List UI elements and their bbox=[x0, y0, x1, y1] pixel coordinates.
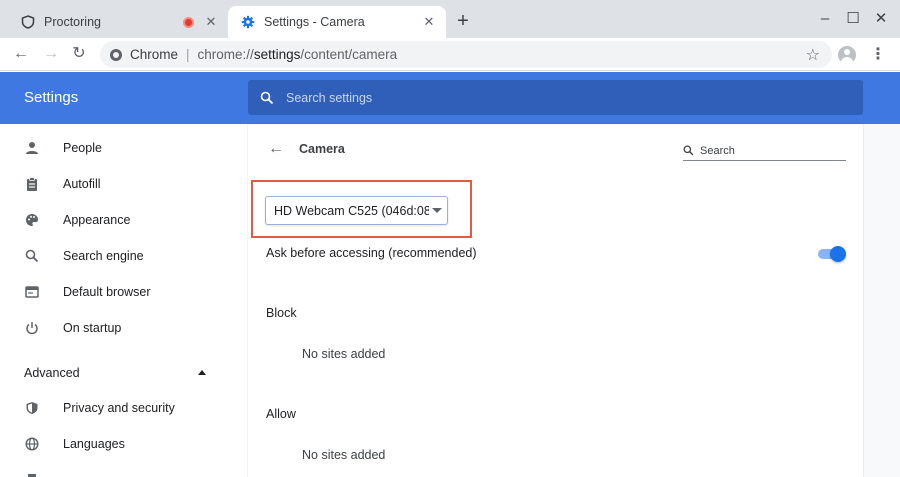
profile-avatar-icon[interactable] bbox=[838, 46, 856, 64]
tab-title: Settings - Camera bbox=[264, 15, 365, 29]
sidebar-item-label: Appearance bbox=[63, 213, 131, 227]
sidebar-item-privacy[interactable]: Privacy and security bbox=[0, 390, 248, 426]
forward-arrow-icon[interactable]: → bbox=[40, 43, 62, 65]
site-chip: Chrome bbox=[130, 47, 179, 62]
divider: | bbox=[186, 47, 190, 62]
url-path: /content/camera bbox=[300, 47, 398, 62]
sidebar-item-search-engine[interactable]: Search engine bbox=[0, 238, 248, 274]
dropdown-arrow-icon bbox=[432, 208, 442, 213]
sidebar-item-label: Languages bbox=[63, 437, 125, 451]
reload-icon[interactable]: ↻ bbox=[68, 43, 90, 65]
settings-search-input[interactable] bbox=[286, 90, 786, 105]
ask-before-accessing-label: Ask before accessing (recommended) bbox=[266, 246, 477, 260]
page-title: Settings bbox=[24, 89, 79, 106]
globe-icon bbox=[24, 436, 40, 452]
new-tab-button[interactable]: + bbox=[452, 11, 474, 33]
settings-header: Settings bbox=[0, 72, 900, 124]
star-icon[interactable]: ☆ bbox=[806, 45, 820, 65]
ask-before-accessing-toggle[interactable] bbox=[818, 246, 846, 262]
tab-strip: Proctoring ✕ Settings - Camera ✕ + – ☐ ✕ bbox=[0, 0, 900, 38]
back-arrow-icon[interactable]: ← bbox=[10, 43, 32, 65]
search-icon bbox=[683, 145, 694, 156]
shield-icon bbox=[24, 400, 40, 416]
sidebar-item-label: Search engine bbox=[63, 249, 144, 263]
close-tab-icon[interactable]: ✕ bbox=[420, 13, 438, 31]
person-icon bbox=[24, 140, 40, 156]
chrome-page-icon bbox=[110, 48, 122, 61]
back-arrow-icon[interactable]: ← bbox=[268, 140, 286, 158]
selected-device: HD Webcam C525 (046d:0826) bbox=[274, 203, 429, 218]
search-icon bbox=[24, 248, 40, 264]
advanced-section-toggle[interactable]: Advanced bbox=[24, 366, 80, 380]
palette-icon bbox=[24, 212, 40, 228]
subpage-search-input[interactable] bbox=[700, 144, 840, 157]
browser-window-icon bbox=[24, 284, 40, 300]
settings-sidebar: People Autofill Appearance Search engine… bbox=[0, 124, 248, 477]
tab-proctoring[interactable]: Proctoring ✕ bbox=[8, 6, 228, 38]
sidebar-item-people[interactable]: People bbox=[0, 130, 248, 166]
address-bar[interactable]: Chrome | chrome://settings/content/camer… bbox=[100, 41, 832, 68]
allow-empty-message: No sites added bbox=[302, 448, 386, 462]
chevron-up-icon[interactable] bbox=[198, 370, 206, 375]
close-window-icon[interactable]: ✕ bbox=[870, 8, 892, 30]
search-icon bbox=[260, 91, 274, 104]
sidebar-item-on-startup[interactable]: On startup bbox=[0, 310, 248, 346]
minimize-icon[interactable]: – bbox=[814, 8, 836, 30]
sidebar-item-label: Privacy and security bbox=[63, 401, 175, 415]
shield-outline-icon bbox=[20, 14, 36, 30]
url-scheme: chrome:// bbox=[197, 47, 254, 62]
block-empty-message: No sites added bbox=[302, 347, 386, 361]
tab-title: Proctoring bbox=[44, 15, 101, 29]
clipboard-icon bbox=[24, 176, 40, 192]
sidebar-item-autofill[interactable]: Autofill bbox=[0, 166, 248, 202]
sidebar-item-label: On startup bbox=[63, 321, 122, 335]
toggle-knob bbox=[830, 246, 846, 262]
sidebar-item-label: People bbox=[63, 141, 102, 155]
url-host: settings bbox=[253, 47, 301, 62]
gear-icon bbox=[240, 14, 256, 30]
settings-search-box[interactable] bbox=[248, 80, 863, 115]
allow-section-heading: Allow bbox=[266, 407, 296, 421]
block-section-heading: Block bbox=[266, 306, 297, 320]
sidebar-item-default-browser[interactable]: Default browser bbox=[0, 274, 248, 310]
browser-toolbar: ← → ↻ Chrome | chrome://settings/content… bbox=[0, 38, 900, 71]
camera-settings-card bbox=[248, 124, 863, 477]
power-icon bbox=[24, 320, 40, 336]
tab-settings-camera[interactable]: Settings - Camera ✕ bbox=[228, 6, 446, 38]
more-menu-icon[interactable]: ⋮ bbox=[870, 45, 886, 65]
recording-indicator-icon bbox=[183, 16, 194, 28]
subpage-search-box[interactable] bbox=[683, 141, 846, 161]
maximize-icon[interactable]: ☐ bbox=[842, 8, 864, 30]
camera-device-select[interactable]: HD Webcam C525 (046d:0826) bbox=[265, 196, 448, 225]
sidebar-item-label: Autofill bbox=[63, 177, 101, 191]
sidebar-item-label: Default browser bbox=[63, 285, 151, 299]
sidebar-item-appearance[interactable]: Appearance bbox=[0, 202, 248, 238]
subpage-title: Camera bbox=[299, 142, 345, 156]
sidebar-item-languages[interactable]: Languages bbox=[0, 426, 248, 462]
close-tab-icon[interactable]: ✕ bbox=[202, 13, 220, 31]
